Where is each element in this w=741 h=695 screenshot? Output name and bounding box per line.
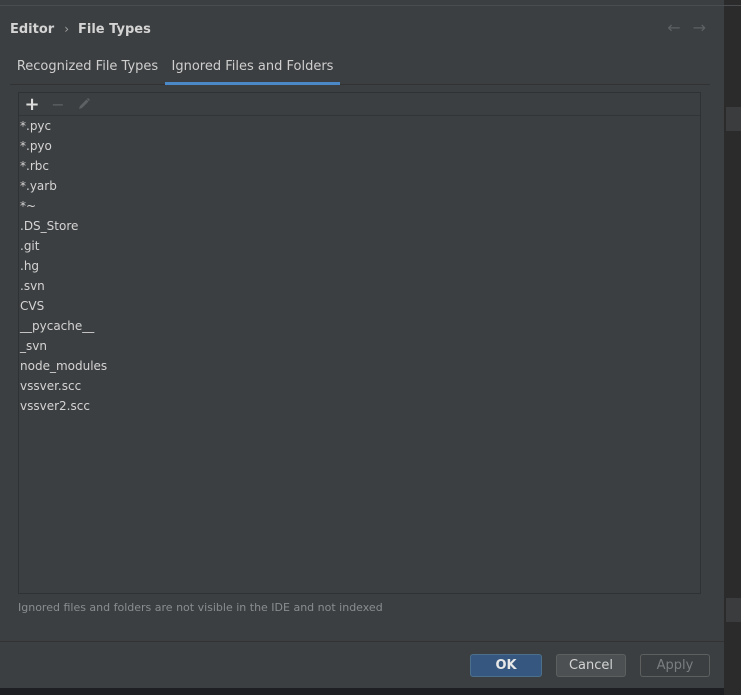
ignored-items-list: *.pyc *.pyo *.rbc *.yarb *~ .DS_Store .git .hg.… — [19, 116, 700, 593]
settings-dialog: Editor › File Types ← → Recognized File … — [0, 0, 724, 688]
list-item[interactable]: _svn — [19, 336, 700, 356]
breadcrumb-parent[interactable]: Editor — [10, 22, 54, 37]
add-icon[interactable]: + — [21, 93, 43, 115]
back-arrow-icon[interactable]: ← — [667, 18, 680, 37]
breadcrumb-current: File Types — [78, 21, 151, 37]
edit-pencil-icon[interactable] — [73, 93, 95, 115]
list-item[interactable]: *.pyc — [19, 116, 700, 136]
list-toolbar: + − — [19, 93, 700, 116]
nav-arrows: ← → — [667, 18, 706, 37]
list-item[interactable]: node_modules — [19, 356, 700, 376]
list-item[interactable]: *.yarb — [19, 176, 700, 196]
tabs-divider — [10, 84, 710, 85]
breadcrumb-separator-icon: › — [64, 22, 70, 36]
breadcrumb: Editor › File Types — [10, 19, 151, 39]
ok-button[interactable]: OK — [470, 654, 542, 677]
list-item[interactable]: .hg — [19, 256, 700, 276]
background-element — [726, 107, 741, 131]
list-item[interactable]: .git — [19, 236, 700, 256]
list-item[interactable]: *.pyo — [19, 136, 700, 156]
top-border — [0, 5, 724, 6]
apply-button[interactable]: Apply — [640, 654, 710, 677]
forward-arrow-icon[interactable]: → — [693, 18, 706, 37]
list-item[interactable]: *.rbc — [19, 156, 700, 176]
list-item[interactable]: .svn — [19, 276, 700, 296]
list-item[interactable]: .DS_Store — [19, 216, 700, 236]
cancel-button[interactable]: Cancel — [556, 654, 626, 677]
ignored-hint-text: Ignored files and folders are not visibl… — [18, 601, 383, 614]
background-top-line — [724, 5, 741, 6]
list-item[interactable]: vssver.scc — [19, 376, 700, 396]
pencil-icon — [79, 98, 90, 109]
ignored-items-panel: + − *.pyc *.pyo *.rbc *.yarb *~ .DS_Store .git… — [18, 92, 701, 594]
tab-recognized-file-types[interactable]: Recognized File Types — [10, 52, 165, 82]
tab-ignored-files-and-folders[interactable]: Ignored Files and Folders — [165, 52, 340, 82]
tab-selected-indicator — [165, 82, 340, 85]
remove-icon[interactable]: − — [47, 93, 69, 115]
tab-bar: Recognized File Types Ignored Files and … — [10, 52, 710, 85]
background-element — [726, 598, 741, 622]
list-item[interactable]: vssver2.scc — [19, 396, 700, 416]
list-item[interactable]: *~ — [19, 196, 700, 216]
bottom-divider — [0, 641, 724, 642]
list-item[interactable]: CVS — [19, 296, 700, 316]
background-window-edge — [724, 0, 741, 695]
list-item[interactable]: __pycache__ — [19, 316, 700, 336]
